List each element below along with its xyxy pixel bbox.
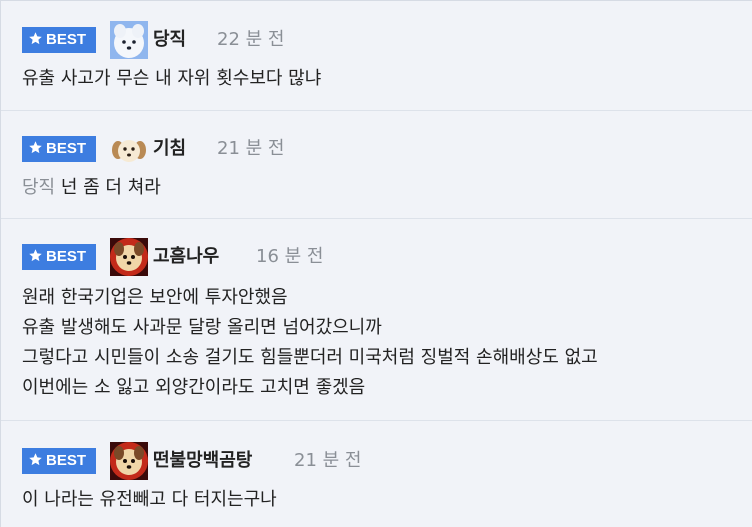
comment-text-line: 이번에는 소 잃고 외양간이라도 고치면 좋겠음 xyxy=(22,377,366,398)
best-badge: BEST xyxy=(22,27,96,53)
comment-author[interactable]: 당직 xyxy=(153,27,186,53)
comment-body: 당직 넌 좀 더 쳐라 xyxy=(22,173,752,203)
dog-red-glow-avatar[interactable] xyxy=(110,238,148,276)
comment-header: BEST 고흠나우 16 분 전 xyxy=(22,233,752,276)
star-icon xyxy=(29,249,42,262)
comment-timestamp: 21 분 전 xyxy=(294,450,362,471)
white-dog-avatar[interactable] xyxy=(110,21,148,59)
comment-body: 이 나라는 유전빼고 다 터지는구나 xyxy=(22,485,752,515)
comment-author[interactable]: 고흠나우 xyxy=(153,244,219,270)
comment-body: 유출 사고가 무슨 내 자위 횟수보다 많냐 xyxy=(22,64,752,94)
comment-body: 원래 한국기업은 보안에 투자안했음 유출 발생해도 사과문 달랑 올리면 넘어… xyxy=(22,283,752,403)
comment-list: BEST 당직 22 분 전 유출 사고가 무슨 내 자위 횟수보다 많냐 BE… xyxy=(0,0,752,527)
best-badge: BEST xyxy=(22,244,96,270)
comment-text-line: 유출 사고가 무슨 내 자위 횟수보다 많냐 xyxy=(22,68,322,89)
best-badge: BEST xyxy=(22,136,96,162)
comment-text-line: 그렇다고 시민들이 소송 걸기도 힘들뿐더러 미국처럼 징벌적 손해배상도 없고 xyxy=(22,347,598,368)
best-badge-label: BEST xyxy=(46,31,87,48)
comment-author[interactable]: 떤불망백곰탕 xyxy=(153,448,252,474)
best-badge: BEST xyxy=(22,448,96,474)
best-badge-label: BEST xyxy=(46,248,87,265)
comment-author[interactable]: 기침 xyxy=(153,136,186,162)
comment-text-line: 이 나라는 유전빼고 다 터지는구나 xyxy=(22,489,277,510)
comment-header: BEST 당직 22 분 전 xyxy=(22,16,752,59)
best-badge-label: BEST xyxy=(46,140,87,157)
comment-timestamp: 22 분 전 xyxy=(217,29,285,50)
comment-text-line: 유출 발생해도 사과문 달랑 올리면 넘어갔으니까 xyxy=(22,317,382,338)
star-icon xyxy=(29,453,42,466)
dog-red-glow-avatar[interactable] xyxy=(110,442,148,480)
puppy-face-avatar[interactable] xyxy=(110,130,148,168)
comment-text-line: 원래 한국기업은 보안에 투자안했음 xyxy=(22,287,288,308)
reply-mention[interactable]: 당직 xyxy=(22,177,55,198)
best-comment: BEST 고흠나우 16 분 전 원래 한국기업은 보안에 투자안했음 유출 발… xyxy=(1,218,752,420)
comment-timestamp: 16 분 전 xyxy=(256,246,324,267)
comment-header: BEST 떤불망백곰탕 21 분 전 xyxy=(22,437,752,480)
comment-timestamp: 21 분 전 xyxy=(217,138,285,159)
best-comment: BEST 당직 22 분 전 유출 사고가 무슨 내 자위 횟수보다 많냐 xyxy=(1,16,752,110)
best-comment: BEST 기침 21 분 전 당직 넌 좀 더 쳐라 xyxy=(1,110,752,218)
star-icon xyxy=(29,32,42,45)
best-comment: BEST 떤불망백곰탕 21 분 전 이 나라는 유전빼고 다 터지는구나 xyxy=(1,420,752,527)
comment-header: BEST 기침 21 분 전 xyxy=(22,125,752,168)
comment-text: 넌 좀 더 쳐라 xyxy=(60,177,161,198)
best-badge-label: BEST xyxy=(46,452,87,469)
star-icon xyxy=(29,141,42,154)
comment-text-line: 당직 넌 좀 더 쳐라 xyxy=(22,173,752,203)
